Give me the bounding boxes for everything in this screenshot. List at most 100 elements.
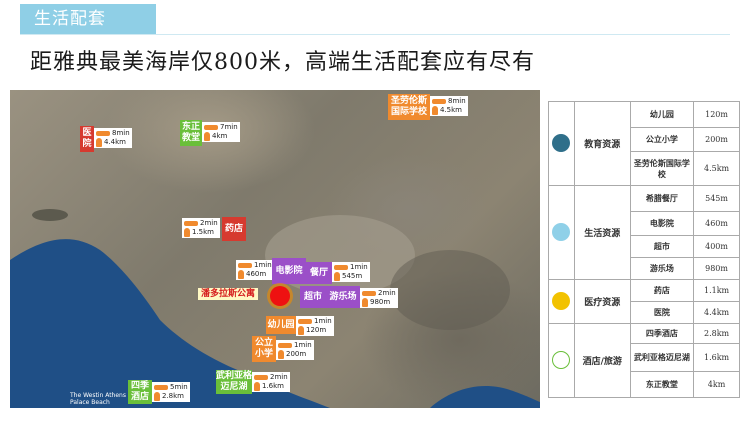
walk-icon <box>334 272 340 281</box>
distance: 200m <box>286 350 307 358</box>
pin-vouliagmeni-label[interactable]: 武利亚格迈尼湖 <box>216 370 252 394</box>
table-row: 生活资源 希腊餐厅 545m <box>548 185 740 280</box>
pin-playground-info: 2min 980m <box>360 288 398 308</box>
drive-time: 1min <box>254 261 272 269</box>
car-icon <box>184 221 198 226</box>
pin-playground-label[interactable]: 游乐场 <box>326 286 360 308</box>
pin-dongzheng-info: 7min 4km <box>202 122 240 142</box>
table-row: 酒店/旅游 四季酒店 2.8km <box>548 323 740 398</box>
pin-st-lawrence-info: 8min 4.5km <box>430 96 468 116</box>
pin-hospital-info: 8min 4.4km <box>94 128 132 148</box>
distance-cell: 4km <box>693 371 740 398</box>
item-cell: 药店 <box>629 279 695 302</box>
walk-icon <box>298 326 304 335</box>
walk-icon <box>278 350 284 359</box>
walk-icon <box>238 270 244 279</box>
pin-pharmacy-label[interactable]: 药店 <box>222 217 246 241</box>
distance: 980m <box>370 298 391 306</box>
group-icon-cell <box>548 279 575 324</box>
group-icon-cell <box>548 323 575 398</box>
pin-pharmacy-info: 2min 1.5km <box>182 218 220 238</box>
item-cell: 希腊餐厅 <box>629 185 695 212</box>
distance-cell: 545m <box>693 185 740 212</box>
drive-time: 1min <box>314 317 332 325</box>
distance: 120m <box>306 326 327 334</box>
drive-time: 8min <box>112 129 130 137</box>
distance: 4.4km <box>104 138 127 146</box>
distance-cell: 400m <box>693 235 740 258</box>
item-cell: 超市 <box>629 235 695 258</box>
distance: 2.8km <box>162 392 185 400</box>
item-cell: 圣劳伦斯国际学校 <box>629 151 695 186</box>
car-icon <box>254 375 268 380</box>
map-caption-line: The Westin Athens <box>70 392 126 399</box>
drive-time: 1min <box>294 341 312 349</box>
walk-icon <box>204 132 210 141</box>
distance-cell: 4.5km <box>693 151 740 186</box>
item-cell: 东正教堂 <box>629 371 695 398</box>
pin-restaurant-label[interactable]: 餐厅 <box>306 262 332 284</box>
amenities-table: 教育资源 幼儿园 120m 公立小学 200m 圣劳伦斯国际学校 4.5km 生… <box>548 101 740 398</box>
group-icon-cell <box>548 185 575 280</box>
item-cell: 四季酒店 <box>629 323 695 344</box>
pin-supermarket-label[interactable]: 超市 <box>300 286 326 308</box>
section-tab: 生活配套 <box>20 4 156 34</box>
distance-cell: 980m <box>693 257 740 280</box>
walk-icon <box>154 392 160 401</box>
group-icon-cell <box>548 101 575 186</box>
pin-dongzheng-label[interactable]: 东正教堂 <box>180 120 202 146</box>
sea-area-right <box>430 386 540 408</box>
drive-time: 1min <box>350 263 368 271</box>
distance-cell: 1.6km <box>693 343 740 372</box>
walk-icon <box>362 298 368 307</box>
map-caption-line: Palace Beach <box>70 399 110 406</box>
drive-time: 2min <box>378 289 396 297</box>
pin-primary-label[interactable]: 公立小学 <box>252 336 276 362</box>
distance: 4km <box>212 132 228 140</box>
pin-cinema-label[interactable]: 电影院 <box>272 258 306 284</box>
satellite-map[interactable]: 医院 8min 4.4km 东正教堂 7min 4km 圣劳伦斯国际学校 8mi… <box>10 90 540 408</box>
item-cell: 公立小学 <box>629 127 695 152</box>
distance: 1.5km <box>192 228 215 236</box>
page-headline: 距雅典最美海岸仅800米，高端生活配套应有尽有 <box>30 50 535 75</box>
item-cell: 电影院 <box>629 211 695 236</box>
distance-cell: 1.1km <box>693 279 740 302</box>
pin-restaurant-info: 1min 545m <box>332 262 370 282</box>
table-row: 医疗资源 药店 1.1km <box>548 279 740 324</box>
walk-icon <box>96 138 102 147</box>
map-caption: The Westin Athens Palace Beach <box>70 392 126 406</box>
distance: 460m <box>246 270 267 278</box>
pin-kindergarten-info: 1min 120m <box>296 316 334 336</box>
hill-zone <box>390 250 510 330</box>
walk-icon <box>184 228 190 237</box>
item-cell: 游乐场 <box>629 257 695 280</box>
shopping-icon <box>552 222 571 241</box>
car-icon <box>334 265 348 270</box>
pin-four-seasons-label[interactable]: 四季酒店 <box>128 380 152 404</box>
pin-four-seasons-info: 5min 2.8km <box>152 382 190 402</box>
drive-time: 7min <box>220 123 238 131</box>
category-cell: 生活资源 <box>573 185 631 280</box>
project-location-marker[interactable] <box>270 286 290 306</box>
pin-primary-info: 1min 200m <box>276 340 314 360</box>
island <box>32 209 68 221</box>
car-icon <box>238 263 252 268</box>
pin-st-lawrence-label[interactable]: 圣劳伦斯国际学校 <box>388 94 430 120</box>
distance-cell: 200m <box>693 127 740 152</box>
header-divider <box>20 34 730 35</box>
distance: 545m <box>342 272 363 280</box>
drive-time: 8min <box>448 97 466 105</box>
distance: 1.6km <box>262 382 285 390</box>
pin-vouliagmeni-info: 2min 1.6km <box>252 372 290 392</box>
pin-hospital-label[interactable]: 医院 <box>80 126 94 152</box>
school-icon <box>552 133 571 152</box>
car-icon <box>362 291 376 296</box>
hotel-icon <box>552 350 571 369</box>
car-icon <box>432 99 446 104</box>
distance-cell: 120m <box>693 101 740 128</box>
project-label: 潘多拉斯公寓 <box>198 288 259 300</box>
pin-kindergarten-label[interactable]: 幼儿园 <box>266 316 296 334</box>
category-cell: 酒店/旅游 <box>573 323 631 398</box>
item-cell: 幼儿园 <box>629 101 695 128</box>
distance-cell: 460m <box>693 211 740 236</box>
